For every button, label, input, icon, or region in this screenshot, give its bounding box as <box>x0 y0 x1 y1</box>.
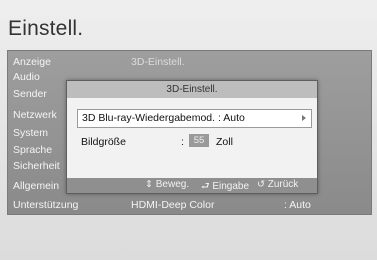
section-header: 3D-Einstell. <box>131 56 185 68</box>
screen-size-label: Bildgröße <box>81 136 126 148</box>
enter-icon: ⮐ <box>201 181 210 192</box>
sidebar-item-sprache[interactable]: Sprache <box>13 144 52 156</box>
dialog-body: 3D Blu-ray-Wiedergabemod. : Auto Bildgrö… <box>67 98 317 178</box>
screen-size-separator: : <box>181 136 184 148</box>
3d-settings-dialog: 3D-Einstell. 3D Blu-ray-Wiedergabemod. :… <box>66 80 318 194</box>
screen-size-input[interactable]: 55 <box>189 134 209 147</box>
return-icon: ↺ <box>257 179 265 190</box>
hdmi-deep-color-value[interactable]: : Auto <box>284 199 311 211</box>
sidebar-item-sicherheit[interactable]: Sicherheit <box>13 160 60 172</box>
sidebar-item-sender[interactable]: Sender <box>13 88 47 100</box>
footer-enter-label: Eingabe <box>212 181 250 192</box>
dialog-title: 3D-Einstell. <box>67 81 317 98</box>
sidebar-item-anzeige[interactable]: Anzeige <box>13 56 51 68</box>
footer-back-label: Zurück <box>267 179 299 190</box>
footer-move: ⇕ Beweg. <box>145 179 189 190</box>
hdmi-deep-color-label[interactable]: HDMI-Deep Color <box>131 199 214 211</box>
footer-move-label: Beweg. <box>155 179 190 190</box>
footer-back: ↺ Zurück <box>257 179 298 190</box>
sidebar-item-allgemein[interactable]: Allgemein <box>13 180 59 192</box>
sidebar-item-system[interactable]: System <box>13 127 48 139</box>
sidebar-item-unterstuetzung[interactable]: Unterstützung <box>13 199 78 211</box>
settings-screen: Einstell. Anzeige Audio Sender Netzwerk … <box>0 0 377 260</box>
screen-size-unit: Zoll <box>216 136 233 148</box>
up-down-arrows-icon: ⇕ <box>145 179 153 190</box>
bluray-3d-playback-mode-label: 3D Blu-ray-Wiedergabemod. : Auto <box>82 112 245 124</box>
dialog-footer: ⇕ Beweg. ⮐ Eingabe ↺ Zurück <box>67 178 317 193</box>
page-title: Einstell. <box>8 17 84 40</box>
sidebar-item-audio[interactable]: Audio <box>13 71 40 83</box>
footer-enter: ⮐ Eingabe <box>201 179 249 195</box>
sidebar-item-netzwerk[interactable]: Netzwerk <box>13 109 57 121</box>
bluray-3d-playback-mode-option[interactable]: 3D Blu-ray-Wiedergabemod. : Auto <box>77 109 312 128</box>
chevron-right-icon <box>302 115 306 121</box>
